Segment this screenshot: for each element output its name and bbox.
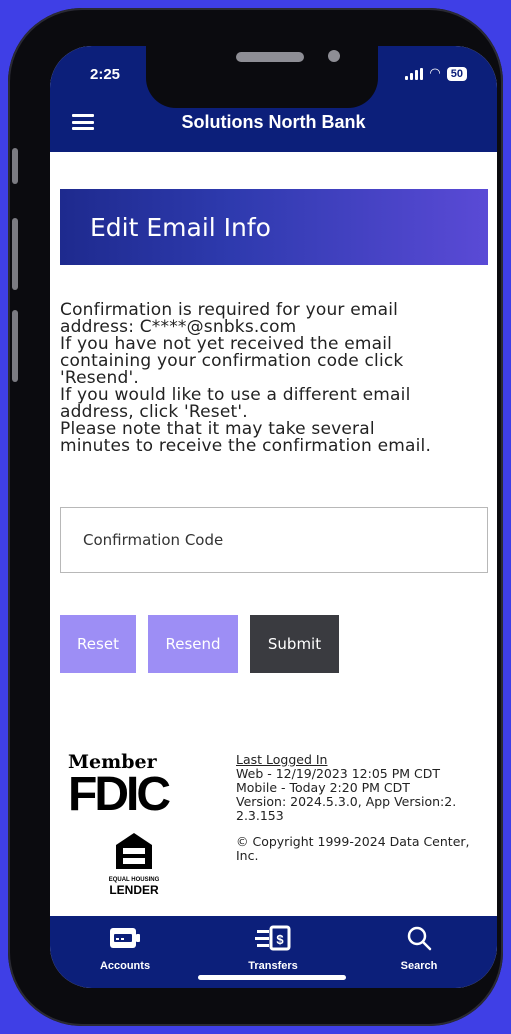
version-text-cont: 2.3.153 <box>236 808 284 823</box>
last-logged-in-label: Last Logged In <box>236 752 328 767</box>
lender-text: LENDER <box>109 883 159 897</box>
speaker <box>236 52 304 62</box>
volume-down-button <box>12 310 18 382</box>
version-text: Version: 2024.5.3.0, App Version:2. <box>236 794 457 809</box>
tab-search[interactable]: Search <box>374 924 464 972</box>
search-icon <box>407 926 432 951</box>
volume-up-button <box>12 218 18 290</box>
tab-transfers[interactable]: $ Transfers <box>228 924 318 972</box>
reset-button[interactable]: Reset <box>60 615 136 673</box>
screen: 2:25 ◠ 50 Solutions North Bank Edit Emai… <box>50 46 497 988</box>
svg-text:$: $ <box>276 932 284 947</box>
last-login-info: Last Logged In Web - 12/19/2023 12:05 PM… <box>236 753 486 863</box>
status-time: 2:25 <box>90 66 121 83</box>
web-login: Web - 12/19/2023 12:05 PM CDT <box>236 766 441 781</box>
signal-icon <box>405 67 424 80</box>
house-icon <box>116 833 152 869</box>
app-title: Solutions North Bank <box>181 112 366 132</box>
copyright-text-cont: Inc. <box>236 848 259 863</box>
home-indicator[interactable] <box>198 975 346 980</box>
wifi-icon: ◠ <box>429 66 441 81</box>
submit-button[interactable]: Submit <box>250 615 339 673</box>
bottom-tab-bar: Accounts $ Transfers Search <box>50 916 497 988</box>
copyright-text: © Copyright 1999-2024 Data Center, <box>236 834 470 849</box>
confirmation-code-input[interactable] <box>60 507 488 573</box>
mobile-login: Mobile - Today 2:20 PM CDT <box>236 780 410 795</box>
mute-switch <box>12 148 18 184</box>
fdic-logo: Member FDIC EQUAL HOUSING LENDER <box>68 751 178 897</box>
tab-accounts[interactable]: Accounts <box>80 924 170 972</box>
equal-housing-logo: EQUAL HOUSING LENDER <box>104 831 164 897</box>
battery-icon: 50 <box>446 66 467 81</box>
confirmation-message: Confirmation is required for your email … <box>60 302 490 455</box>
fdic-text: FDIC <box>68 768 171 821</box>
tab-accounts-label: Accounts <box>99 960 151 972</box>
tab-transfers-label: Transfers <box>248 960 298 972</box>
wallet-icon <box>110 928 140 948</box>
resend-button[interactable]: Resend <box>148 615 238 673</box>
page-title: Edit Email Info <box>60 189 488 265</box>
camera <box>328 50 340 62</box>
message-line: minutes to receive the confirmation emai… <box>60 436 432 456</box>
status-icons: ◠ 50 <box>405 66 467 81</box>
phone-frame: 2:25 ◠ 50 Solutions North Bank Edit Emai… <box>8 8 503 1026</box>
transfer-icon: $ <box>255 925 291 951</box>
tab-search-label: Search <box>400 960 438 972</box>
